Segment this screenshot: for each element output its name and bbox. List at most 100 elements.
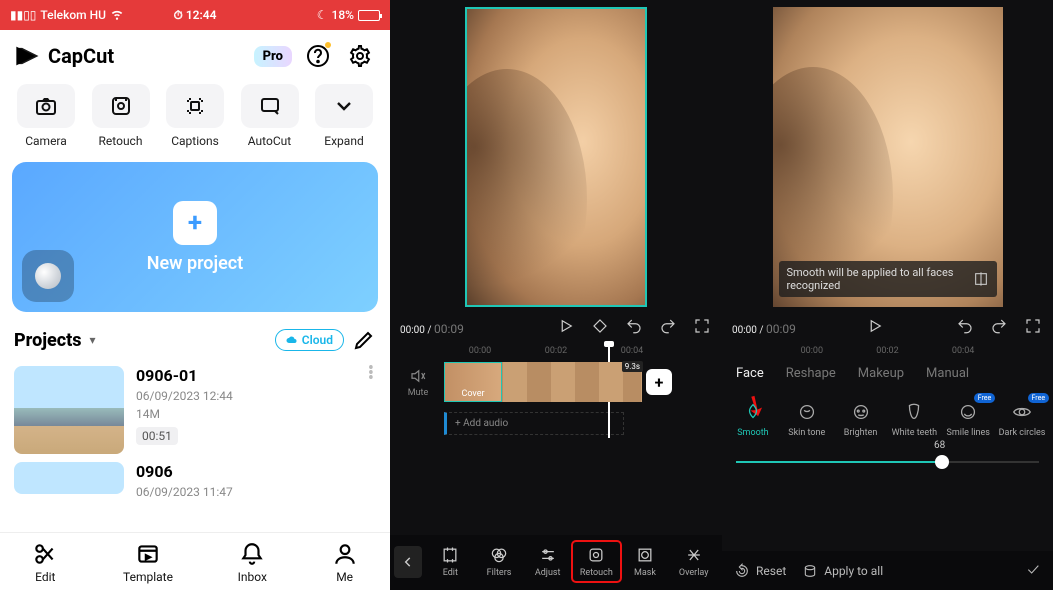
video-preview[interactable] <box>390 0 722 310</box>
nav-edit[interactable]: Edit <box>32 541 58 584</box>
time-label: 00:00 / 00:09 <box>732 316 796 336</box>
tool-mask[interactable]: Mask <box>621 541 670 582</box>
tool-retouch[interactable]: Retouch <box>572 541 621 582</box>
edit-icon[interactable] <box>352 328 376 352</box>
mute-button[interactable]: Mute <box>398 367 438 398</box>
tool-adjust[interactable]: Adjust <box>523 541 572 582</box>
nav-inbox[interactable]: Inbox <box>238 541 267 584</box>
ruler-tick: 00:00 <box>801 346 823 356</box>
tool-label: Overlay <box>679 568 709 578</box>
new-project-card[interactable]: + New project <box>12 162 378 312</box>
slider-knob[interactable] <box>935 455 949 469</box>
project-item[interactable]: 0906-01 06/09/2023 12:44 14M 00:51 ••• <box>0 358 390 462</box>
moon-icon: ☾ <box>317 8 328 22</box>
app-logo: CapCut <box>14 42 114 70</box>
tab-face[interactable]: Face <box>736 366 764 381</box>
redo-button[interactable] <box>658 316 678 336</box>
confirm-button[interactable] <box>1025 561 1041 580</box>
nav-label: Template <box>123 570 173 584</box>
project-size: 14M <box>136 407 356 421</box>
add-clip-button[interactable]: + <box>646 369 672 395</box>
reset-label: Reset <box>756 564 786 578</box>
keyframe-button[interactable] <box>590 316 610 336</box>
apply-all-button[interactable]: Apply to all <box>802 563 883 579</box>
option-smilelines[interactable]: FreeSmile lines <box>943 401 993 438</box>
back-button[interactable] <box>394 546 422 578</box>
tab-makeup[interactable]: Makeup <box>858 366 904 381</box>
redo-button[interactable] <box>989 316 1009 336</box>
nav-me[interactable]: Me <box>332 541 358 584</box>
project-item[interactable]: 0906 06/09/2023 11:47 <box>0 462 390 507</box>
compare-icon[interactable] <box>973 271 989 287</box>
option-whiteteeth[interactable]: White teeth <box>889 401 939 438</box>
project-more-button[interactable]: ••• <box>368 366 376 381</box>
pro-badge[interactable]: Pro <box>254 46 292 67</box>
signal-icon: ▮▮▯▯ <box>10 8 36 22</box>
status-bar: ▮▮▯▯ Telekom HU ⏱ 12:44 ☾ 18% <box>0 0 390 30</box>
tool-overlay[interactable]: Overlay <box>669 541 718 582</box>
editor-bottom-toolbar: Edit Filters Adjust Retouch Mask Overlay <box>390 535 722 590</box>
nav-template[interactable]: Template <box>123 541 173 584</box>
help-button[interactable] <box>302 40 334 72</box>
undo-button[interactable] <box>624 316 644 336</box>
floating-orb-button[interactable] <box>22 250 74 302</box>
option-smooth[interactable]: Smooth <box>728 401 778 438</box>
cloud-button[interactable]: Cloud <box>275 329 344 351</box>
tab-manual[interactable]: Manual <box>926 366 969 381</box>
tool-label: AutoCut <box>248 134 291 148</box>
free-badge: Free <box>1028 393 1050 403</box>
tool-edit[interactable]: Edit <box>426 541 475 582</box>
ruler-tick: 00:04 <box>952 346 974 356</box>
clip-duration-tag: 9.3s <box>622 361 643 372</box>
ruler-tick: 00:04 <box>621 346 643 356</box>
option-darkcircles[interactable]: FreeDark circles <box>997 401 1047 438</box>
timeline[interactable]: Mute Cover 9.3s + <box>390 358 722 406</box>
reset-button[interactable]: Reset <box>734 563 786 579</box>
preview-frame <box>465 7 647 307</box>
tool-expand[interactable]: Expand <box>310 84 378 148</box>
option-label: Smile lines <box>947 428 990 438</box>
project-name: 0906-01 <box>136 366 356 385</box>
undo-button[interactable] <box>955 316 975 336</box>
cover-clip[interactable]: Cover <box>444 362 502 402</box>
nav-label: Edit <box>35 570 55 584</box>
intensity-slider[interactable]: 68 <box>736 452 1039 472</box>
fullscreen-button[interactable] <box>1023 316 1043 336</box>
play-button[interactable] <box>865 316 885 336</box>
option-skintone[interactable]: Skin tone <box>782 401 832 438</box>
video-preview[interactable]: Smooth will be applied to all faces reco… <box>722 0 1053 310</box>
clock-label: ⏱ 12:44 <box>173 8 216 23</box>
capcut-home-screen: ▮▮▯▯ Telekom HU ⏱ 12:44 ☾ 18% CapCut Pro… <box>0 0 390 590</box>
tool-filters[interactable]: Filters <box>475 541 524 582</box>
chevron-down-icon[interactable]: ▾ <box>90 333 96 347</box>
tool-label: Retouch <box>99 134 143 148</box>
plus-icon: + <box>173 201 217 245</box>
video-clip[interactable]: 9.3s <box>502 362 642 402</box>
tool-label: Expand <box>324 134 363 148</box>
project-date: 06/09/2023 12:44 <box>136 389 356 403</box>
battery-icon <box>358 10 380 21</box>
tab-reshape[interactable]: Reshape <box>786 366 836 381</box>
carrier-label: Telekom HU <box>40 8 106 22</box>
option-brighten[interactable]: Brighten <box>836 401 886 438</box>
projects-heading: Projects <box>14 330 82 351</box>
settings-button[interactable] <box>344 40 376 72</box>
retouch-bottom-bar: Reset Apply to all <box>722 551 1053 590</box>
add-audio-button[interactable]: + Add audio <box>444 412 624 435</box>
mute-label: Mute <box>408 388 429 398</box>
tool-autocut[interactable]: AutoCut <box>236 84 304 148</box>
bottom-nav: Edit Template Inbox Me <box>0 532 390 590</box>
play-button[interactable] <box>556 316 576 336</box>
nav-label: Me <box>336 570 353 584</box>
option-label: Smooth <box>737 428 768 438</box>
apply-all-label: Apply to all <box>824 564 883 578</box>
editor-screen: 00:00 / 00:09 00:00 00:02 00:04 Mute Cov… <box>390 0 722 590</box>
battery-pct-label: 18% <box>332 8 354 22</box>
tool-retouch[interactable]: Retouch <box>87 84 155 148</box>
fullscreen-button[interactable] <box>692 316 712 336</box>
tool-captions[interactable]: Captions <box>161 84 229 148</box>
project-name: 0906 <box>136 462 376 481</box>
ruler-tick: 00:00 <box>469 346 491 356</box>
project-duration: 00:51 <box>136 427 178 445</box>
tool-camera[interactable]: Camera <box>12 84 80 148</box>
